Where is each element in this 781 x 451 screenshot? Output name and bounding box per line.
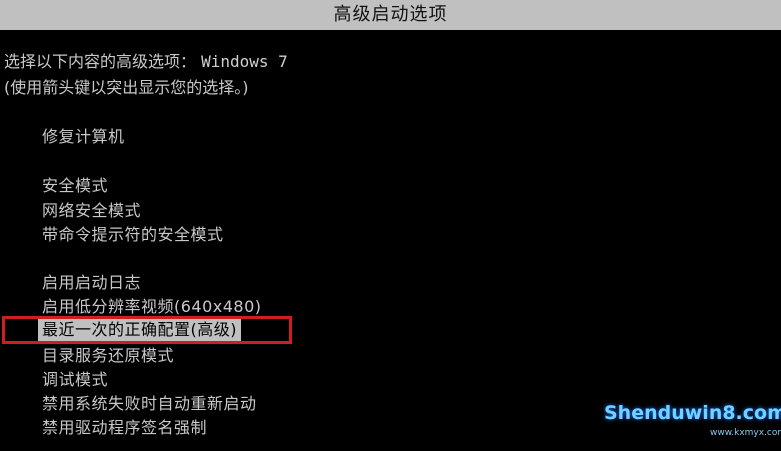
menu-item-safe-mode-command-prompt[interactable]: 带命令提示符的安全模式 [42, 225, 224, 245]
menu-item-directory-services-restore[interactable]: 目录服务还原模式 [42, 346, 174, 366]
menu-item-low-resolution-video[interactable]: 启用低分辨率视频(640x480) [42, 297, 262, 317]
menu-item-safe-mode-networking[interactable]: 网络安全模式 [42, 201, 141, 221]
intro-prompt: 选择以下内容的高级选项： Windows 7 [4, 52, 288, 72]
intro-prompt-text: 选择以下内容的高级选项： [4, 52, 197, 71]
highlight-annotation-box [2, 316, 292, 344]
boot-screen: 高级启动选项 选择以下内容的高级选项： Windows 7 (使用箭头键以突出显… [0, 0, 781, 451]
menu-item-debugging-mode[interactable]: 调试模式 [42, 370, 108, 390]
menu-item-disable-driver-signature[interactable]: 禁用驱动程序签名强制 [42, 418, 207, 438]
menu-item-safe-mode[interactable]: 安全模式 [42, 176, 108, 196]
watermark-url: www.kxmyx.com [710, 428, 781, 438]
window-title: 高级启动选项 [0, 0, 781, 30]
menu-item-disable-auto-restart[interactable]: 禁用系统失败时自动重新启动 [42, 394, 257, 414]
intro-hint: (使用箭头键以突出显示您的选择。) [4, 78, 249, 97]
menu-item-repair-computer[interactable]: 修复计算机 [42, 127, 125, 147]
menu-item-boot-logging[interactable]: 启用启动日志 [42, 273, 141, 293]
watermark-logo: Shenduwin8.com www.kxmyx.com [600, 392, 781, 448]
os-name: Windows 7 [201, 52, 288, 71]
watermark-text: Shenduwin8.com [604, 402, 781, 424]
